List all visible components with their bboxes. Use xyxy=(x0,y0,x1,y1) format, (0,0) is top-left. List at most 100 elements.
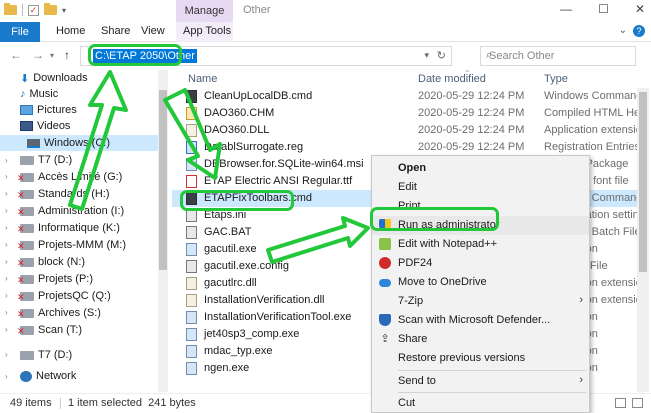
expand-chevron-icon[interactable]: › xyxy=(5,206,8,215)
file-date: 2020-05-29 12:24 PM xyxy=(418,141,525,153)
exe-file-icon xyxy=(186,158,197,171)
maximize-button[interactable]: ☐ xyxy=(598,2,609,16)
search-placeholder: Search Other xyxy=(489,50,555,62)
file-date: 2020-05-29 12:24 PM xyxy=(418,107,525,119)
file-row[interactable]: DAO360.DLL 2020-05-29 12:24 PM Application… xyxy=(172,122,637,139)
menu-item-scan-defender[interactable]: Scan with Microsoft Defender... xyxy=(372,311,589,330)
sidebar-item-projets[interactable]: Projets (P:) xyxy=(17,271,93,287)
menu-item-send-to[interactable]: Send to › xyxy=(372,372,589,391)
sidebar-item-music[interactable]: ♪ Music xyxy=(20,86,58,102)
expand-chevron-icon[interactable]: › xyxy=(5,350,8,359)
expand-chevron-icon[interactable]: › xyxy=(5,189,8,198)
pdf24-icon xyxy=(379,257,391,269)
sidebar-item-informatique[interactable]: Informatique (K:) xyxy=(17,220,120,236)
sidebar-item-windows-c[interactable]: Windows (C:) xyxy=(0,135,158,151)
menu-item-pdf24[interactable]: PDF24 xyxy=(372,254,589,273)
refresh-icon[interactable]: ↻ xyxy=(437,49,446,62)
chevron-down-icon[interactable]: ▾ xyxy=(62,6,66,15)
sidebar-item-acces-limite[interactable]: Accès Limité (G:) xyxy=(17,169,122,185)
menu-item-share[interactable]: ⇪ Share xyxy=(372,330,589,349)
tab-manage[interactable]: Manage xyxy=(176,0,233,22)
expand-chevron-icon[interactable]: › xyxy=(5,172,8,181)
column-header-date[interactable]: Date modified xyxy=(418,73,486,85)
expand-chevron-icon[interactable]: › xyxy=(5,291,8,300)
expand-chevron-icon[interactable]: › xyxy=(5,325,8,334)
share-icon: ⇪ xyxy=(380,333,390,345)
menu-item-edit-notepadpp[interactable]: Edit with Notepad++ xyxy=(372,235,589,254)
sidebar-item-downloads[interactable]: ⬇ Downloads xyxy=(20,70,88,86)
menu-item-label: Cut xyxy=(398,397,416,409)
minimize-button[interactable]: — xyxy=(560,2,572,16)
defender-icon xyxy=(379,314,391,326)
sidebar-item-pictures[interactable]: Pictures xyxy=(20,102,77,118)
sidebar-item-t7-d-2[interactable]: T7 (D:) xyxy=(20,347,72,363)
exe-file-icon xyxy=(186,362,197,375)
large-icons-view-icon[interactable] xyxy=(632,398,643,408)
sidebar-item-network[interactable]: Network xyxy=(20,368,76,384)
file-name: DBBrowser.for.SQLite-win64.msi xyxy=(204,158,364,170)
search-input[interactable]: ⌕ Search Other xyxy=(480,46,636,66)
column-headers: Name ⌃ Date modified Type xyxy=(172,69,651,88)
onedrive-icon xyxy=(379,279,391,287)
sidebar-item-block[interactable]: block (N:) xyxy=(17,254,85,270)
expand-chevron-icon[interactable]: › xyxy=(5,223,8,232)
menu-item-7zip[interactable]: 7-Zip › xyxy=(372,292,589,311)
file-name: gacutil.exe.config xyxy=(204,260,289,272)
folder-icon[interactable] xyxy=(4,3,17,15)
file-type: Windows Command... xyxy=(544,90,637,102)
tab-home[interactable]: Home xyxy=(56,25,85,37)
file-row[interactable]: DatablSurrogate.reg 2020-05-29 12:24 PM Re… xyxy=(172,139,637,156)
expand-chevron-icon[interactable]: › xyxy=(5,156,8,165)
ribbon-controls: ⌄ ? xyxy=(619,25,645,37)
expand-chevron-icon[interactable]: › xyxy=(5,240,8,249)
sidebar-item-standards[interactable]: Standards (H:) xyxy=(17,186,110,202)
column-header-name[interactable]: Name xyxy=(188,73,217,85)
close-button[interactable]: ✕ xyxy=(635,2,645,16)
sidebar-item-t7-d[interactable]: T7 (D:) xyxy=(20,152,72,168)
sidebar-item-label: T7 (D:) xyxy=(38,349,73,361)
expand-chevron-icon[interactable]: › xyxy=(5,308,8,317)
tab-file[interactable]: File xyxy=(0,22,40,42)
file-type: Application extension xyxy=(544,124,637,136)
menu-item-open[interactable]: Open xyxy=(372,159,589,178)
column-header-type[interactable]: Type xyxy=(544,73,568,85)
expand-chevron-icon[interactable]: › xyxy=(5,372,8,381)
tab-app-tools[interactable]: App Tools xyxy=(183,25,231,37)
selection-info: 1 item selected 241 bytes xyxy=(68,397,196,409)
expand-chevron-icon[interactable]: › xyxy=(5,274,8,283)
windows-drive-icon xyxy=(27,138,40,148)
recent-chevron-icon[interactable]: ▾ xyxy=(50,51,54,60)
details-view-icon[interactable] xyxy=(615,398,626,408)
new-folder-icon[interactable] xyxy=(44,3,57,15)
back-arrow-icon[interactable]: ← xyxy=(10,48,22,62)
sidebar-item-archives[interactable]: Archives (S:) xyxy=(17,305,101,321)
sidebar-scrollbar[interactable] xyxy=(158,70,168,392)
expand-chevron-icon[interactable]: › xyxy=(5,257,8,266)
menu-item-restore-previous[interactable]: Restore previous versions xyxy=(372,349,589,368)
up-arrow-icon[interactable]: ↑ xyxy=(64,48,70,62)
menu-item-move-to-onedrive[interactable]: Move to OneDrive xyxy=(372,273,589,292)
sidebar-item-videos[interactable]: Videos xyxy=(20,118,70,134)
help-icon[interactable]: ? xyxy=(633,25,645,37)
network-drive-icon xyxy=(17,274,34,285)
chevron-down-icon[interactable]: ⌄ xyxy=(619,25,627,37)
file-row[interactable]: CleanUpLocalDB.cmd 2020-05-29 12:24 PM Win… xyxy=(172,88,637,105)
menu-item-cut[interactable]: Cut xyxy=(372,394,589,413)
file-list-scrollbar[interactable] xyxy=(637,88,649,392)
sidebar-item-label: Network xyxy=(36,370,77,382)
tab-share[interactable]: Share xyxy=(101,25,130,37)
scrollbar-thumb[interactable] xyxy=(159,90,167,270)
chevron-down-icon[interactable]: ▾ xyxy=(424,50,429,61)
menu-item-edit[interactable]: Edit xyxy=(372,178,589,197)
tab-view[interactable]: View xyxy=(141,25,165,37)
sidebar-item-projets-mmm[interactable]: Projets-MMM (M:) xyxy=(17,237,126,253)
forward-arrow-icon[interactable]: → xyxy=(32,48,44,62)
scrollbar-thumb[interactable] xyxy=(639,92,647,272)
sidebar-item-scan[interactable]: Scan (T:) xyxy=(17,322,82,338)
properties-icon[interactable]: ✓ xyxy=(28,4,39,16)
chm-file-icon xyxy=(186,107,197,120)
sidebar-item-administration[interactable]: Administration (I:) xyxy=(17,203,124,219)
item-count: 49 items xyxy=(10,397,52,409)
file-row[interactable]: DAO360.CHM 2020-05-29 12:24 PM Compiled HT… xyxy=(172,105,637,122)
sidebar-item-projetsqc[interactable]: ProjetsQC (Q:) xyxy=(17,288,111,304)
